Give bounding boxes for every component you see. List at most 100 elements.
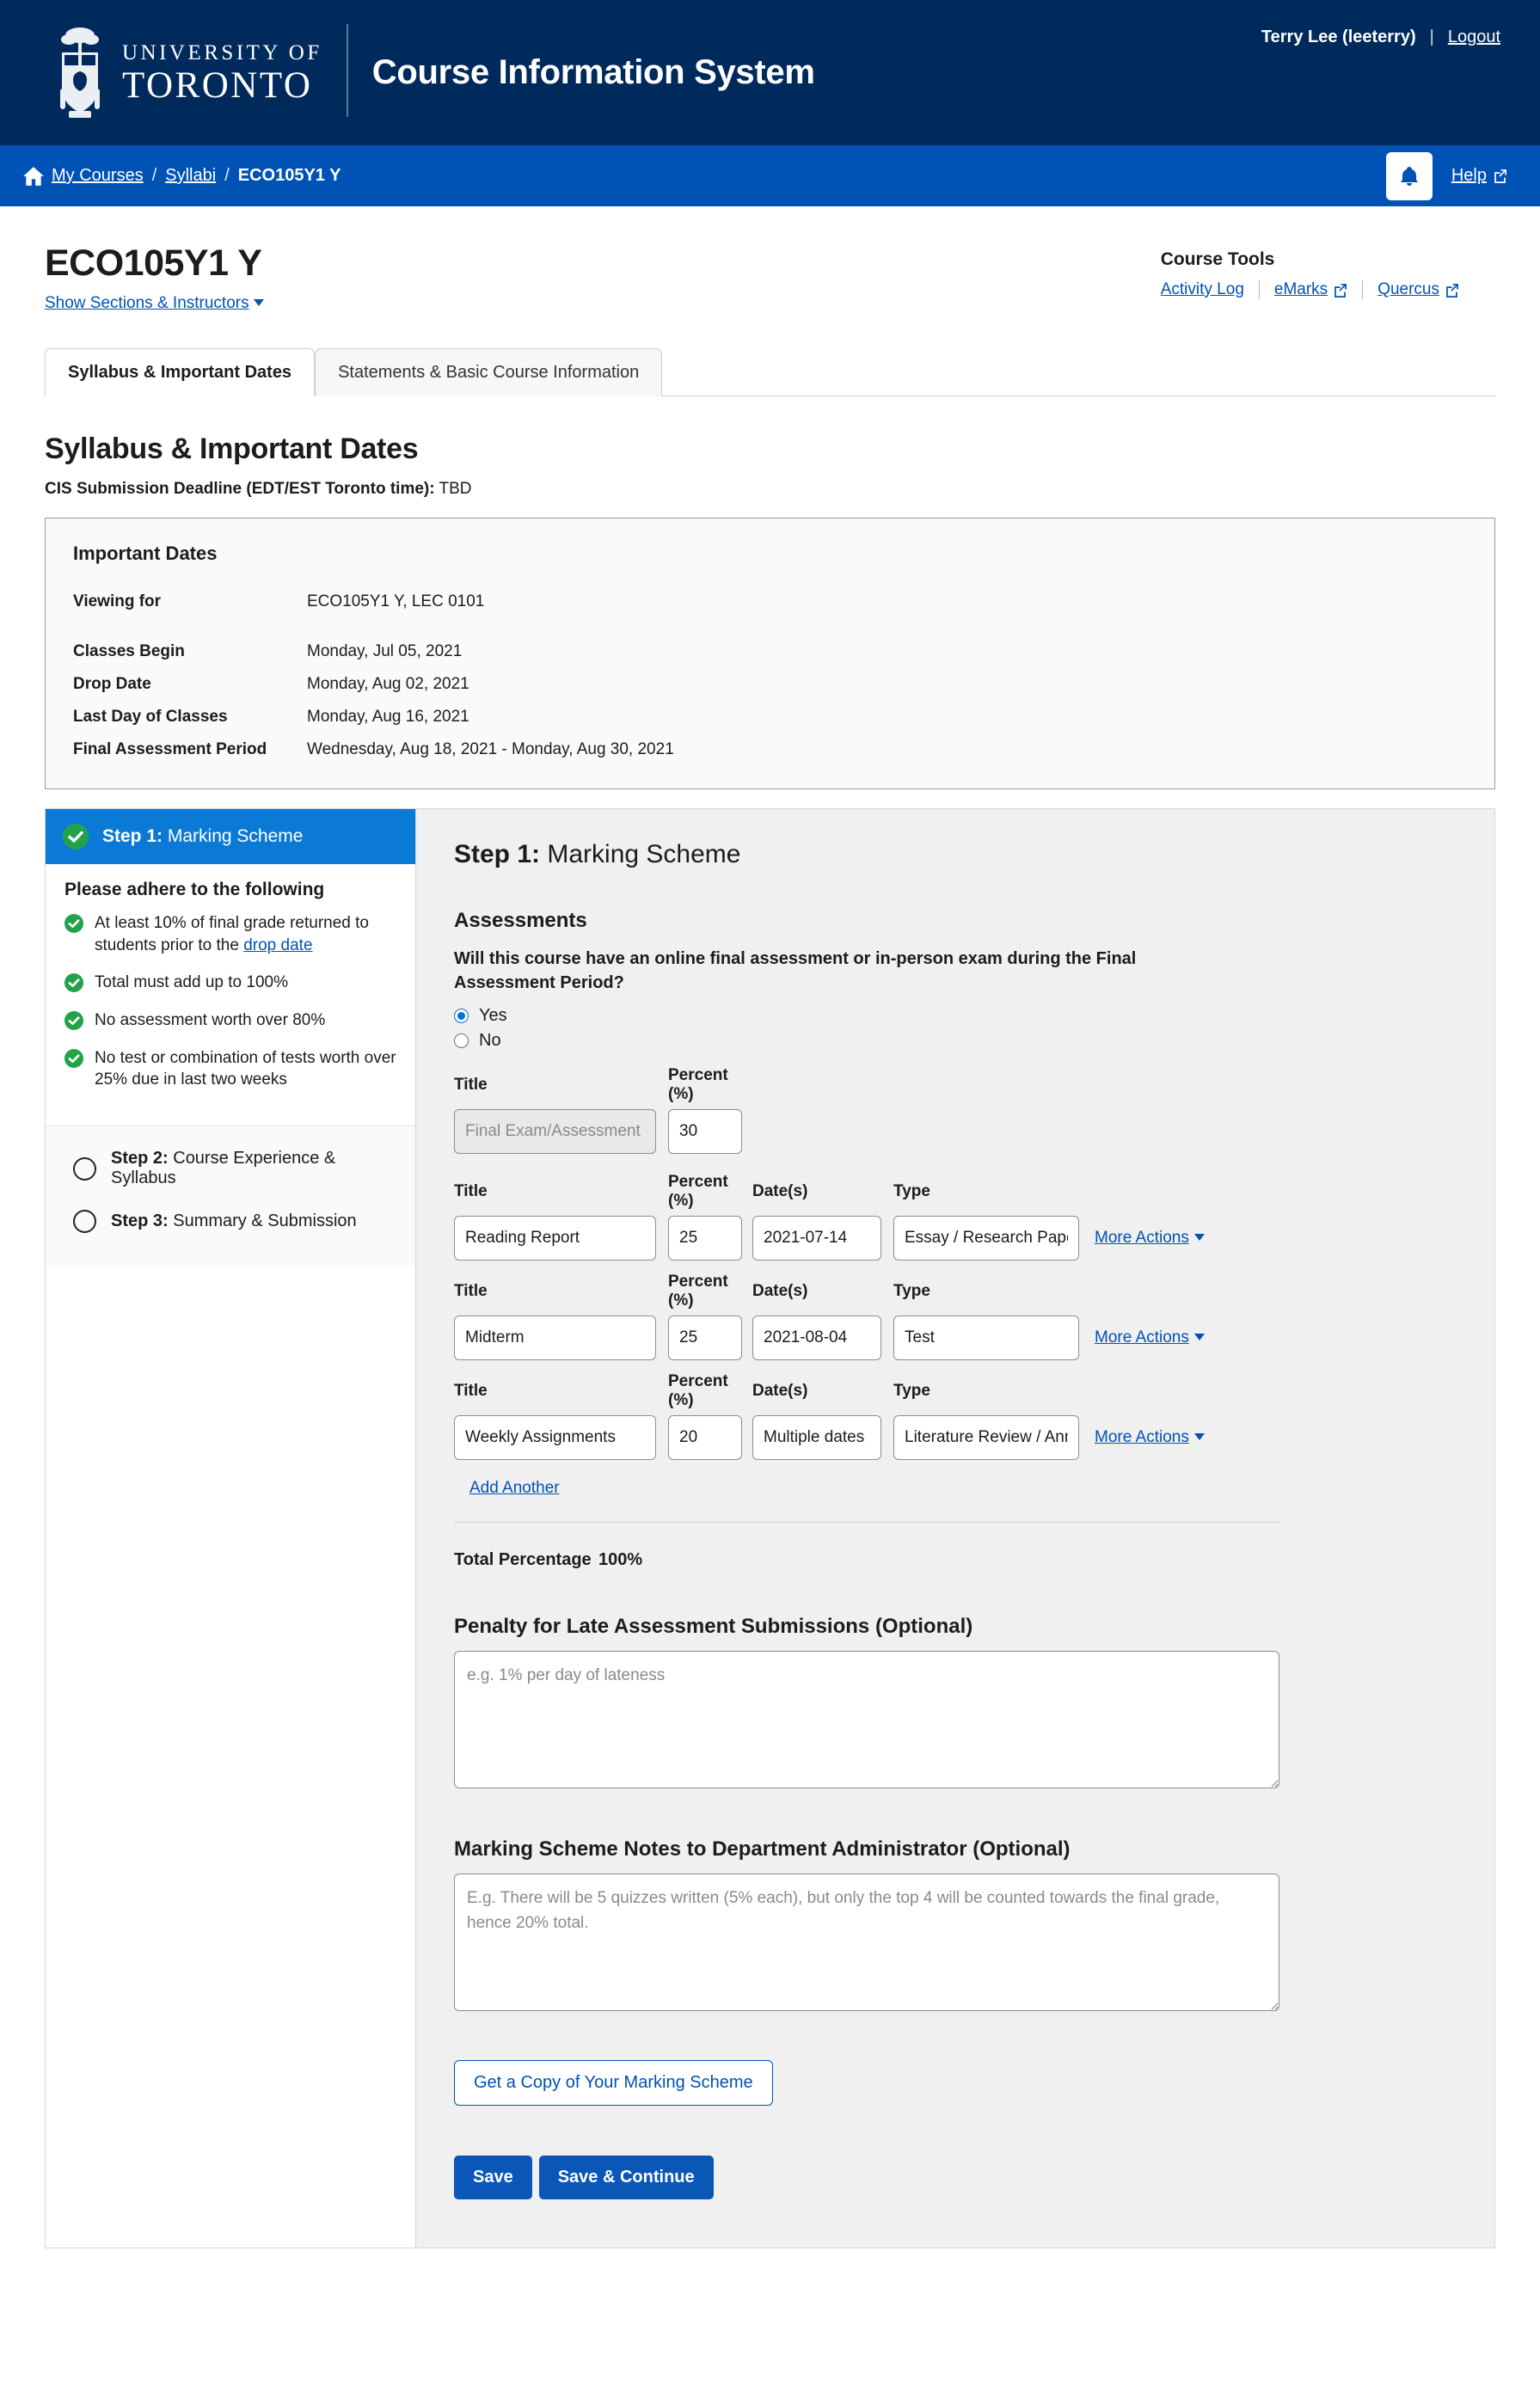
uoft-crest-icon <box>60 27 100 118</box>
tools-separator-2 <box>1362 280 1364 299</box>
page-title: ECO105Y1 Y <box>45 242 262 284</box>
row-fields: More Actions <box>454 1215 1457 1260</box>
assessment-percent-input[interactable] <box>668 1315 742 1360</box>
circle-empty-icon <box>73 1210 96 1234</box>
save-and-continue-button[interactable]: Save & Continue <box>538 2155 714 2199</box>
bell-icon <box>1400 166 1418 186</box>
assessment-type-input[interactable] <box>893 1315 1079 1360</box>
dates-label-viewing-for: Viewing for <box>73 592 162 610</box>
col-header-dates: Date(s) <box>752 1381 808 1400</box>
course-tools-title: Course Tools <box>1160 249 1275 269</box>
col-header-type: Type <box>893 1381 930 1400</box>
sidebar-step-3-text: Step 3: Summary & Submission <box>111 1211 357 1232</box>
more-actions-link[interactable]: More Actions <box>1095 1428 1205 1446</box>
assessment-title-input[interactable] <box>454 1215 656 1260</box>
final-exam-percent-input[interactable] <box>668 1108 742 1154</box>
assessment-dates-input[interactable] <box>752 1215 881 1260</box>
assessment-title-input[interactable] <box>454 1414 656 1460</box>
late-penalty-textarea[interactable] <box>454 1650 1279 1788</box>
adhere-block: Please adhere to the following At least … <box>46 864 415 1125</box>
assessment-percent-input[interactable] <box>668 1215 742 1260</box>
section-title: Syllabus & Important Dates <box>45 432 419 465</box>
important-dates-heading: Important Dates <box>73 543 218 564</box>
help-link[interactable]: Help <box>1451 166 1507 186</box>
add-another-link[interactable]: Add Another <box>469 1479 560 1498</box>
sidebar-step-1-header[interactable]: Step 1: Marking Scheme <box>46 809 415 864</box>
sidebar-step-2-text: Step 2: Course Experience & Syllabus <box>111 1149 396 1189</box>
breadcrumb-item-syllabi[interactable]: Syllabi <box>165 166 216 186</box>
save-button[interactable]: Save <box>454 2155 532 2199</box>
external-link-icon <box>1494 169 1506 183</box>
external-link-icon <box>1334 283 1347 297</box>
home-icon[interactable] <box>22 166 45 187</box>
more-actions-label: More Actions <box>1095 1328 1189 1346</box>
tools-separator-1 <box>1258 280 1260 299</box>
tab-statements-basic-course-info[interactable]: Statements & Basic Course Information <box>315 348 663 396</box>
quercus-link[interactable]: Quercus <box>1377 280 1459 299</box>
dates-label-classes-begin: Classes Begin <box>73 642 185 660</box>
show-sections-instructors-link[interactable]: Show Sections & Instructors <box>45 294 264 313</box>
row-labels: Title Percent (%) Date(s) Type <box>454 1372 1457 1410</box>
notifications-button[interactable] <box>1385 151 1433 200</box>
external-link-icon <box>1446 283 1458 297</box>
breadcrumb-item-current: ECO105Y1 Y <box>237 166 341 185</box>
rule-text-before: At least 10% of final grade returned to … <box>95 914 369 954</box>
radio-option-yes[interactable]: Yes <box>454 1006 1457 1026</box>
radio-option-no[interactable]: No <box>454 1031 1457 1051</box>
check-circle-icon <box>64 914 83 933</box>
chevron-down-icon <box>1193 1233 1205 1241</box>
drop-date-link[interactable]: drop date <box>243 936 312 954</box>
check-circle-icon <box>64 973 83 993</box>
sidebar-step-1-label: Marking Scheme <box>167 826 304 846</box>
assessments-heading: Assessments <box>454 909 587 932</box>
section-header: Syllabus & Important Dates CIS Submissio… <box>45 396 1495 499</box>
row-labels: Title Percent (%) Date(s) Type <box>454 1273 1457 1310</box>
col-header-percent: Percent (%) <box>668 1065 728 1103</box>
assessment-type-input[interactable] <box>893 1215 1079 1260</box>
dates-label-final-assessment-period: Final Assessment Period <box>73 740 267 758</box>
check-circle-icon <box>63 824 89 849</box>
logout-link[interactable]: Logout <box>1448 28 1500 47</box>
sidebar-item-step-3[interactable]: Step 3: Summary & Submission <box>64 1199 396 1243</box>
assessment-percent-input[interactable] <box>668 1414 742 1460</box>
tab-bar: Syllabus & Important Dates Statements & … <box>45 347 1495 396</box>
assessment-title-input[interactable] <box>454 1315 656 1360</box>
breadcrumb-item-my-courses[interactable]: My Courses <box>52 166 144 186</box>
check-circle-icon <box>64 1048 83 1068</box>
user-separator: | <box>1429 28 1434 46</box>
get-copy-marking-scheme-button[interactable]: Get a Copy of Your Marking Scheme <box>454 2059 773 2106</box>
assessment-dates-input[interactable] <box>752 1414 881 1460</box>
form-actions: Save Save & Continue <box>454 2155 1457 2199</box>
list-item: At least 10% of final grade returned to … <box>64 912 396 956</box>
sidebar-step-3-label: Summary & Submission <box>168 1211 357 1230</box>
tab-syllabus-important-dates[interactable]: Syllabus & Important Dates <box>45 348 316 396</box>
emarks-link[interactable]: eMarks <box>1274 280 1347 299</box>
list-item: No test or combination of tests worth ov… <box>64 1047 396 1091</box>
user-area: Terry Lee (leeterry) | Logout <box>1261 28 1500 47</box>
sidebar-item-step-2[interactable]: Step 2: Course Experience & Syllabus <box>64 1138 396 1199</box>
breadcrumb: My Courses / Syllabi / ECO105Y1 Y <box>52 166 341 186</box>
late-penalty-block: Penalty for Late Assessment Submissions … <box>454 1615 1457 1793</box>
col-header-percent: Percent (%) <box>668 1272 728 1309</box>
breadcrumb-actions: Help <box>1385 145 1507 206</box>
dates-value-classes-begin: Monday, Jul 05, 2021 <box>307 642 463 660</box>
col-header-dates: Date(s) <box>752 1281 808 1300</box>
assessment-dates-input[interactable] <box>752 1315 881 1360</box>
more-actions-link[interactable]: More Actions <box>1095 1328 1205 1346</box>
assessment-type-input[interactable] <box>893 1414 1079 1460</box>
activity-log-label: Activity Log <box>1160 280 1244 298</box>
total-percentage-label: Total Percentage <box>454 1549 592 1569</box>
more-actions-link[interactable]: More Actions <box>1095 1229 1205 1247</box>
tab-label: Syllabus & Important Dates <box>68 363 292 382</box>
dates-label-drop-date: Drop Date <box>73 675 151 693</box>
activity-log-link[interactable]: Activity Log <box>1161 280 1244 299</box>
sidebar-step-2-prefix: Step 2: <box>111 1148 169 1168</box>
final-assessment-question: Will this course have an online final as… <box>454 949 1137 993</box>
show-sections-label: Show Sections & Instructors <box>45 294 249 312</box>
radio-no-label: No <box>479 1030 501 1050</box>
late-penalty-heading: Penalty for Late Assessment Submissions … <box>454 1614 973 1638</box>
table-row: Title Percent (%) Date(s) Type More Acti… <box>454 1273 1457 1360</box>
col-header-type: Type <box>893 1181 930 1200</box>
marking-notes-textarea[interactable] <box>454 1873 1279 2011</box>
table-row: Title Percent (%) Date(s) Type More Acti… <box>454 1372 1457 1460</box>
